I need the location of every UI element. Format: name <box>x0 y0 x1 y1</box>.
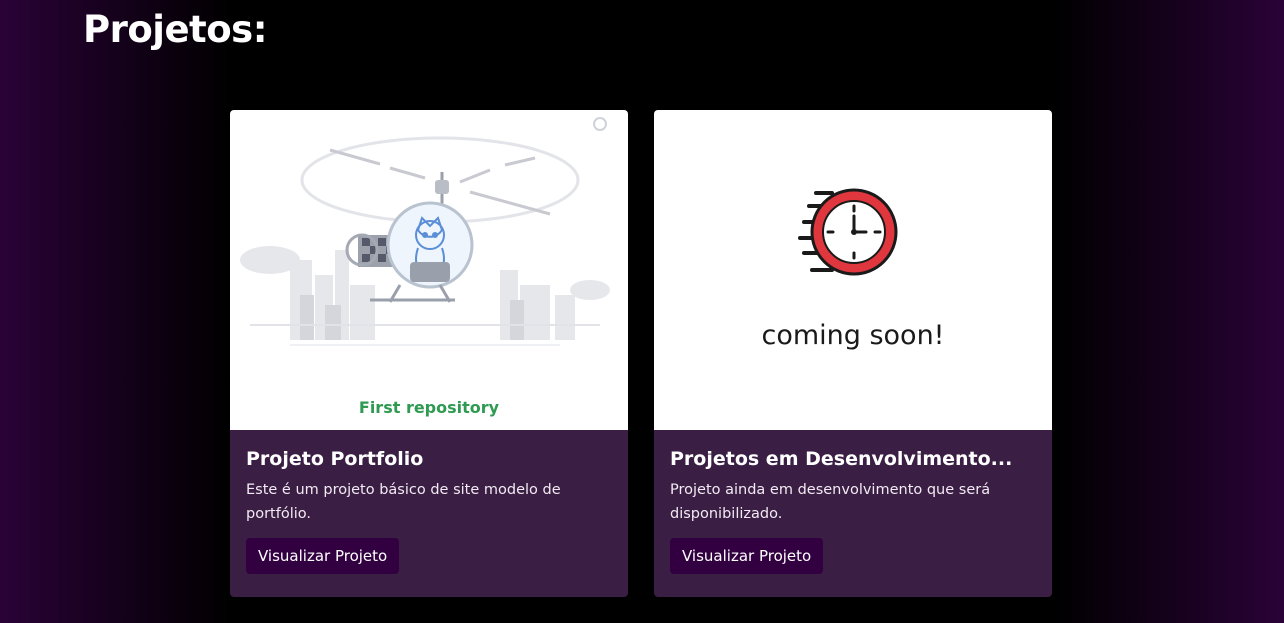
view-project-button[interactable]: Visualizar Projeto <box>670 538 824 574</box>
view-project-button[interactable]: Visualizar Projeto <box>246 538 400 574</box>
card-title: Projetos em Desenvolvimento... <box>670 448 1013 470</box>
helicopter-octocat-illustration <box>240 117 610 346</box>
project-card-in-development: coming soon! Projetos em Desenvolvimento… <box>654 110 1052 597</box>
image-caption-first-repository: First repository <box>358 398 500 417</box>
page-title: Projetos: <box>83 8 268 51</box>
image-caption-coming-soon: coming soon! <box>761 320 945 351</box>
project-image-portfolio: First repository <box>230 110 628 430</box>
project-card-portfolio: First repository Projeto Portfolio Este … <box>230 110 628 597</box>
card-title: Projeto Portfolio <box>246 448 424 470</box>
card-description: Este é um projeto básico de site modelo … <box>246 482 561 522</box>
clock-icon <box>798 188 898 276</box>
project-image-coming-soon: coming soon! <box>654 110 1052 430</box>
card-description: Projeto ainda em desenvolvimento que ser… <box>670 482 991 522</box>
